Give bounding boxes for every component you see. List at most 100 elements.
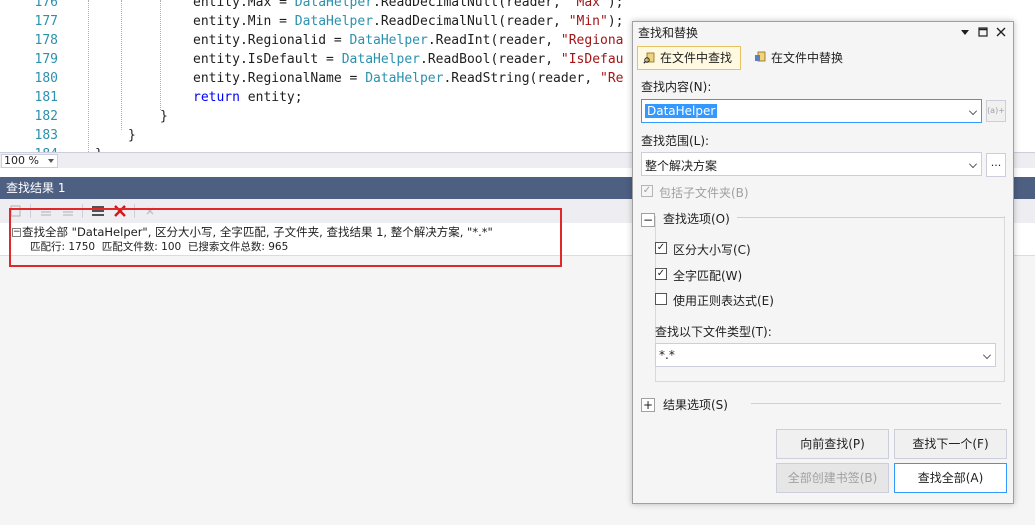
code-token: entity; — [239, 90, 303, 105]
browse-folders-button[interactable]: ... — [986, 153, 1006, 177]
dialog-title[interactable]: 查找和替换 — [633, 22, 1013, 44]
regex-builder-button[interactable]: (a)+ — [986, 100, 1006, 122]
code-text[interactable]: entity.RegionalName = DataHelper.ReadStr… — [193, 69, 624, 88]
code-text[interactable]: entity.Regionalid = DataHelper.ReadInt(r… — [193, 31, 624, 50]
collapse-icon[interactable]: − — [12, 228, 21, 237]
code-token: DataHelper — [341, 52, 420, 67]
code-token: .ReadDecimalNull(reader, — [373, 14, 569, 29]
window-menu-icon[interactable] — [957, 25, 973, 41]
result-count-line[interactable]: 匹配行: 1750 匹配文件数: 100 已搜索文件总数: 965 — [30, 239, 288, 255]
tab-find-in-files[interactable]: 在文件中查找 — [637, 46, 741, 70]
line-number: 180 — [34, 71, 58, 86]
find-previous-button[interactable]: 向前查找(P) — [776, 429, 889, 459]
code-token: entity.Min = — [193, 14, 295, 29]
result-options-expand-icon[interactable]: + — [641, 398, 655, 412]
code-token: ); — [607, 14, 624, 29]
match-case-checkbox[interactable]: ✓ — [655, 242, 667, 254]
maximize-icon[interactable] — [975, 25, 991, 41]
code-token: DataHelper — [294, 14, 374, 29]
include-subfolders-label: 包括子文件夹(B) — [659, 186, 749, 200]
goto-location-icon[interactable] — [8, 203, 24, 219]
code-token: "Re — [600, 71, 624, 86]
line-number: 177 — [34, 14, 58, 29]
clear-all-icon[interactable] — [112, 203, 128, 219]
look-in-combo[interactable]: 整个解决方案 — [641, 152, 982, 176]
code-text[interactable]: return entity; — [193, 88, 303, 107]
code-token: ); — [607, 0, 624, 10]
code-token: entity.RegionalName = — [193, 71, 366, 86]
find-what-value[interactable]: DataHelper — [645, 104, 718, 118]
toolbar-divider — [134, 204, 135, 218]
code-token: entity.Regionalid = — [193, 33, 350, 48]
zoom-combo[interactable]: 100 % — [1, 154, 58, 168]
file-types-combo[interactable]: *.* — [655, 343, 996, 367]
code-token: .ReadInt(reader, — [427, 33, 561, 48]
use-regex-checkbox[interactable] — [655, 293, 667, 305]
tab-replace-in-files[interactable]: 在文件中替换 — [749, 46, 859, 70]
find-replace-dialog: 查找和替换 在文件中查找 在文件中替换 查找内容(N): DataHelper … — [632, 21, 1014, 504]
line-number: 179 — [34, 52, 58, 67]
chevron-down-icon[interactable] — [969, 160, 977, 168]
find-what-label: 查找内容(N): — [641, 80, 712, 94]
code-token: "Min" — [568, 14, 608, 29]
divider — [751, 403, 1001, 404]
code-token: DataHelper — [365, 71, 444, 86]
find-in-files-icon — [643, 52, 655, 64]
result-summary-line[interactable]: 查找全部 "DataHelper", 区分大小写, 全字匹配, 子文件夹, 查找… — [22, 224, 493, 240]
code-token: DataHelper — [294, 0, 374, 10]
include-subfolders-checkbox[interactable]: ✓ — [641, 185, 653, 197]
find-next-button[interactable]: 查找下一个(F) — [894, 429, 1007, 459]
chevron-down-icon[interactable] — [48, 159, 54, 163]
line-number: 184 — [0, 145, 58, 152]
clear-filter-icon[interactable] — [90, 203, 106, 219]
code-token: } — [128, 128, 136, 143]
code-token: .ReadDecimalNull(reader, — [373, 0, 569, 10]
line-number: 183 — [34, 128, 58, 143]
code-token: "Regiona — [560, 33, 624, 48]
replace-in-files-icon — [755, 51, 766, 62]
look-in-value: 整个解决方案 — [645, 159, 718, 173]
code-text[interactable]: } — [160, 107, 168, 126]
whole-word-label: 全字匹配(W) — [673, 269, 743, 283]
stop-search-icon[interactable] — [142, 203, 158, 219]
chevron-down-icon[interactable] — [969, 107, 977, 115]
code-token: DataHelper — [349, 33, 428, 48]
code-text[interactable]: } — [128, 126, 136, 145]
tab-replace-label: 在文件中替换 — [771, 51, 844, 65]
file-types-value: *.* — [659, 348, 675, 362]
code-line[interactable]: 176 entity.Max = DataHelper.ReadDecimalNu… — [0, 0, 1035, 12]
code-text[interactable]: entity.IsDefault = DataHelper.ReadBool(r… — [193, 50, 624, 69]
previous-result-icon[interactable] — [38, 203, 54, 219]
code-token: entity.IsDefault = — [193, 52, 342, 67]
zoom-value: 100 % — [4, 154, 39, 167]
find-what-combo[interactable]: DataHelper — [641, 99, 982, 123]
line-number: 176 — [34, 0, 58, 10]
dialog-tabs: 在文件中查找 在文件中替换 — [633, 46, 1013, 70]
close-icon[interactable] — [993, 25, 1009, 41]
next-result-icon[interactable] — [60, 203, 76, 219]
toolbar-divider — [30, 204, 31, 218]
match-case-label: 区分大小写(C) — [673, 243, 751, 257]
line-number: 181 — [34, 90, 58, 105]
find-all-button[interactable]: 查找全部(A) — [894, 463, 1007, 493]
find-what-selected-text: DataHelper — [645, 104, 718, 118]
bookmark-all-button[interactable]: 全部创建书签(B) — [776, 463, 889, 493]
use-regex-label: 使用正则表达式(E) — [673, 294, 774, 308]
code-token: "Max" — [568, 0, 608, 10]
find-options-collapse-icon[interactable]: − — [641, 213, 655, 227]
tab-find-label: 在文件中查找 — [660, 51, 733, 65]
chevron-down-icon[interactable] — [983, 351, 991, 359]
toolbar-divider — [82, 204, 83, 218]
whole-word-checkbox[interactable]: ✓ — [655, 268, 667, 280]
code-token: .ReadBool(reader, — [420, 52, 561, 67]
code-text[interactable]: entity.Max = DataHelper.ReadDecimalNull(… — [193, 0, 624, 12]
code-token: entity.Max = — [193, 0, 295, 10]
code-text[interactable]: entity.Min = DataHelper.ReadDecimalNull(… — [193, 12, 624, 31]
code-token: } — [160, 109, 168, 124]
line-number: 178 — [34, 33, 58, 48]
file-types-label: 查找以下文件类型(T): — [655, 325, 772, 339]
code-text[interactable]: } — [95, 145, 103, 152]
code-token: .ReadString(reader, — [443, 71, 601, 86]
result-options-label[interactable]: 结果选项(S) — [663, 396, 728, 413]
look-in-label: 查找范围(L): — [641, 134, 710, 148]
